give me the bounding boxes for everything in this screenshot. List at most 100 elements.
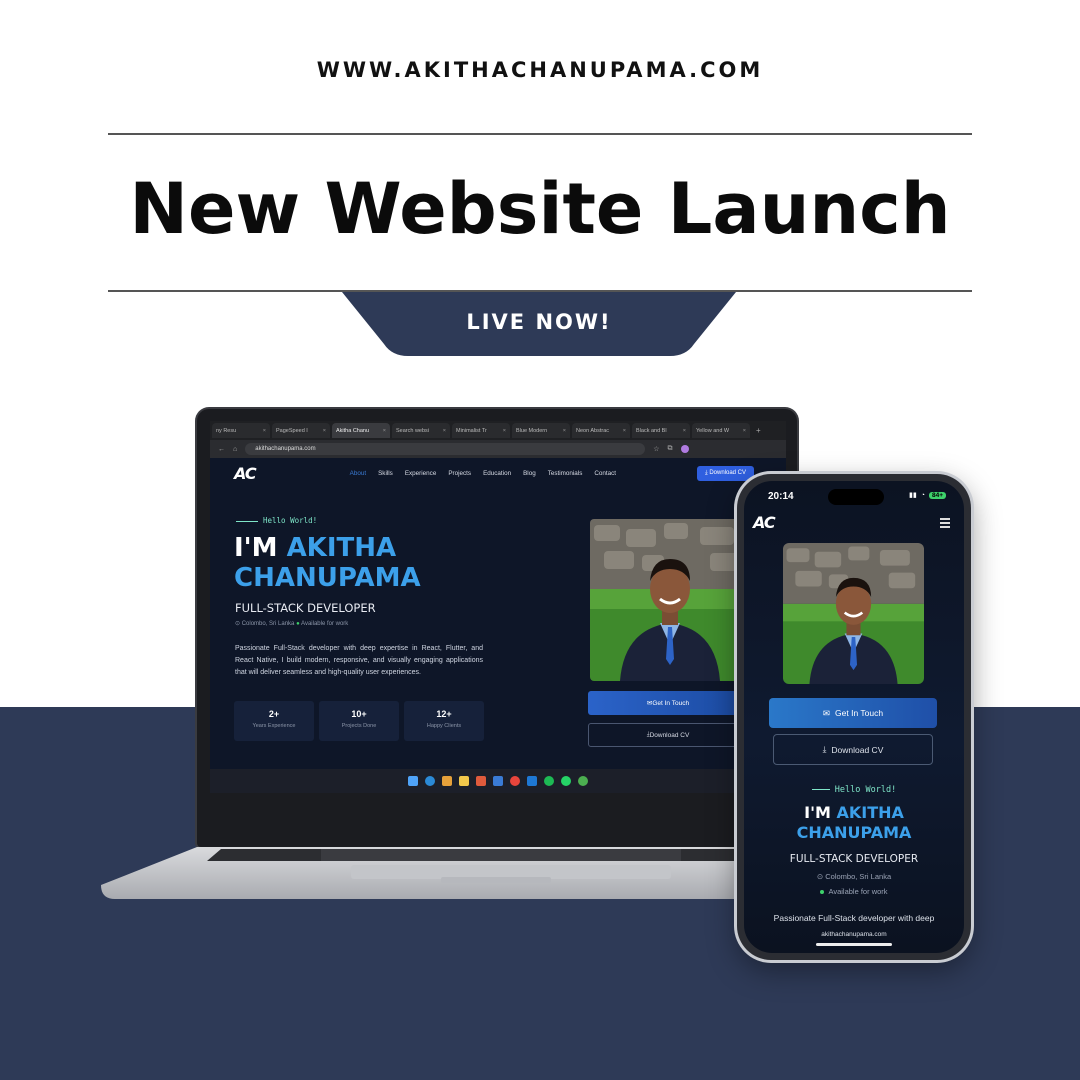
profile-photo	[590, 519, 750, 681]
star-icon[interactable]: ☆	[653, 445, 659, 453]
nav-link-contact[interactable]: Contact	[594, 470, 616, 477]
browser-tab-label: ny Resu	[216, 427, 237, 434]
hamburger-menu-icon[interactable]	[940, 518, 950, 530]
phone-url: akithachanupama.com	[821, 931, 887, 938]
phone-site-logo[interactable]: AC	[753, 513, 776, 532]
website-url: WWW.AKITHACHANUPAMA.COM	[316, 58, 764, 82]
close-tab-icon[interactable]: ×	[683, 428, 686, 434]
close-tab-icon[interactable]: ×	[263, 428, 266, 434]
nav-download-cv-button[interactable]: ⤓ Download CV	[696, 465, 754, 481]
battery-indicator: 84+	[928, 491, 946, 499]
status-dot-icon	[820, 890, 825, 895]
hero-description: Passionate Full-Stack developer with dee…	[235, 645, 483, 676]
stat-value: 10+	[351, 709, 367, 719]
location-text: Colombo, Sri Lanka	[241, 621, 295, 627]
stat-label: Years Experience	[252, 723, 296, 729]
browser-tab[interactable]: Black and Bl ×	[632, 423, 690, 438]
tray-app-icon[interactable]	[578, 776, 588, 786]
hero-first-name: AKITHA	[286, 533, 397, 563]
spotify-icon[interactable]	[544, 776, 554, 786]
close-tab-icon[interactable]: ×	[323, 428, 326, 434]
browser-address-bar: ← ⌂ akithachanupama.com ☆ ⧉	[210, 440, 786, 458]
mail-icon: ✉	[822, 707, 831, 718]
file-explorer-icon[interactable]	[459, 776, 469, 786]
new-tab-icon[interactable]: +	[756, 426, 761, 435]
hero-line-1: I'M AKITHA	[234, 533, 396, 563]
start-icon[interactable]	[408, 776, 418, 786]
nav-link-projects[interactable]: Projects	[448, 470, 471, 477]
portrait-image	[590, 519, 750, 681]
close-tab-icon[interactable]: ×	[443, 428, 446, 434]
download-cv-button[interactable]: ⤓ Download CV	[588, 723, 748, 747]
edge-icon[interactable]	[425, 776, 435, 786]
close-tab-icon[interactable]: ×	[503, 428, 506, 434]
browser-tab[interactable]: Search websi ×	[392, 423, 450, 438]
availability-text: Available for work	[301, 621, 349, 627]
browser-tab[interactable]: Akitha Chanu ×	[332, 423, 390, 438]
browser-tab-label: Search websi	[396, 427, 430, 434]
phone-hello-tag: Hello World!	[744, 785, 964, 795]
wifi-icon: ◔	[920, 491, 925, 499]
stat-card: 10+ Projects Done	[319, 701, 399, 741]
stat-value: 2+	[268, 709, 280, 719]
home-icon[interactable]: ⌂	[233, 446, 237, 453]
phone-time: 20:14	[768, 491, 794, 502]
home-indicator[interactable]	[816, 943, 892, 946]
phone-location-text: Colombo, Sri Lanka	[825, 872, 892, 881]
app-icon[interactable]	[476, 776, 486, 786]
os-taskbar	[210, 769, 786, 793]
profile-icon[interactable]	[680, 445, 689, 453]
close-tab-icon[interactable]: ×	[743, 428, 746, 434]
browser-tab[interactable]: Blue Modern ×	[512, 423, 570, 438]
extensions-icon[interactable]: ⧉	[668, 445, 673, 453]
browser-tab[interactable]: ny Resu ×	[212, 423, 270, 438]
nav-link-testimonials[interactable]: Testimonials	[548, 470, 583, 477]
phone-location: ⊙ Colombo, Sri Lanka	[744, 872, 964, 881]
live-now-label: LIVE NOW!	[466, 310, 612, 334]
stat-value: 12+	[436, 709, 452, 719]
hero-role: FULL-STACK DEVELOPER	[235, 601, 376, 615]
phone-download-cv-label: Download CV	[831, 744, 884, 755]
browser-tab[interactable]: PageSpeed I ×	[272, 423, 330, 438]
nav-link-experience[interactable]: Experience	[405, 470, 437, 477]
nav-link-skills[interactable]: Skills	[378, 470, 393, 477]
browser-tab-bar: ny Resu × PageSpeed I × Akitha Chanu × Search …	[210, 421, 786, 440]
close-tab-icon[interactable]: ×	[563, 428, 566, 434]
url-field[interactable]: akithachanupama.com	[245, 443, 646, 455]
get-in-touch-button[interactable]: ✉ Get In Touch	[588, 691, 748, 715]
copilot-icon[interactable]	[442, 776, 452, 786]
hero-prefix: I'M	[234, 533, 287, 563]
hello-line	[811, 789, 830, 790]
site-nav-links: About Skills Experience Projects Education Bl…	[350, 470, 616, 477]
nav-link-blog[interactable]: Blog	[523, 470, 536, 477]
phone-profile-photo	[783, 543, 924, 684]
back-icon[interactable]: ←	[218, 446, 225, 453]
nav-link-about[interactable]: About	[350, 470, 366, 477]
phone-get-in-touch-button[interactable]: ✉ Get In Touch	[769, 698, 937, 728]
browser-tab[interactable]: Neon Abstrac ×	[572, 423, 630, 438]
headline: New Website Launch	[129, 168, 951, 250]
phone-hero-last: CHANUPAMA	[796, 823, 912, 842]
chrome-icon[interactable]	[510, 776, 520, 786]
browser-tab[interactable]: Minimalist Tr ×	[452, 423, 510, 438]
dynamic-island	[828, 489, 884, 505]
site-header: AC About Skills Experience Projects Educatio…	[210, 458, 786, 488]
phone-get-in-touch-label: Get In Touch	[835, 708, 884, 718]
browser-tab-label: Yellow and W	[696, 427, 730, 434]
hello-text: Hello World!	[263, 516, 318, 525]
close-tab-icon[interactable]: ×	[383, 428, 386, 434]
download-icon: ⤓	[822, 744, 827, 754]
live-now-badge: LIVE NOW!	[342, 292, 736, 356]
hero-last-name: CHANUPAMA	[234, 563, 421, 593]
nav-link-education[interactable]: Education	[483, 470, 511, 477]
vscode-icon[interactable]	[493, 776, 503, 786]
close-tab-icon[interactable]: ×	[623, 428, 626, 434]
phone-availability: Available for work	[744, 887, 964, 896]
outlook-icon[interactable]	[527, 776, 537, 786]
phone-description: Passionate Full-Stack developer with dee…	[773, 913, 935, 923]
whatsapp-icon[interactable]	[561, 776, 571, 786]
stat-label: Happy Clients	[426, 723, 462, 729]
site-logo[interactable]: AC	[234, 464, 257, 483]
browser-tab[interactable]: Yellow and W ×	[692, 423, 750, 438]
phone-download-cv-button[interactable]: ⤓ Download CV	[773, 734, 933, 765]
